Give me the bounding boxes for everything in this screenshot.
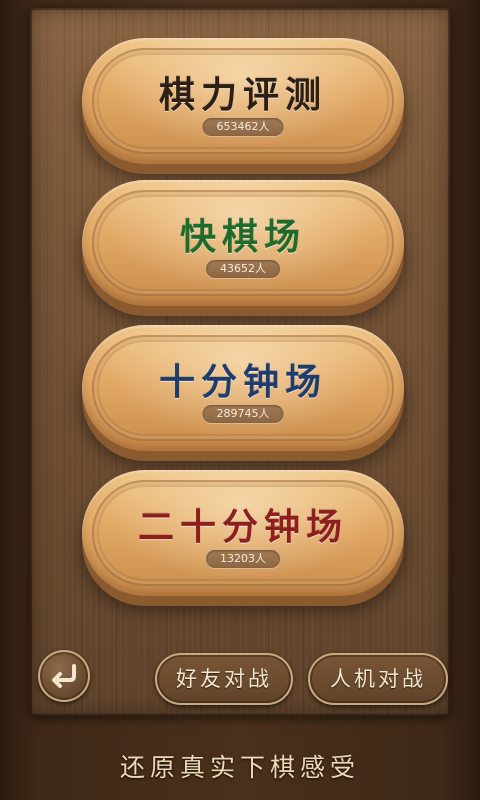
card-title: 棋力评测 bbox=[158, 74, 327, 116]
card-title: 快棋场 bbox=[179, 216, 306, 258]
menu-card-rating[interactable]: 棋力评测 653462人 bbox=[82, 38, 404, 164]
player-count: 289745人 bbox=[202, 405, 284, 423]
card-title: 十分钟场 bbox=[158, 361, 327, 403]
menu-card-ten-minute[interactable]: 十分钟场 289745人 bbox=[82, 325, 404, 451]
ai-battle-button[interactable]: 人机对战 bbox=[308, 653, 448, 705]
player-count: 13203人 bbox=[206, 550, 280, 568]
back-arrow-icon bbox=[52, 664, 76, 688]
game-lobby-screen: 棋力评测 653462人 快棋场 43652人 十分钟场 289745人 二十分… bbox=[0, 0, 480, 800]
friend-battle-button[interactable]: 好友对战 bbox=[155, 653, 293, 705]
menu-card-twenty-minute[interactable]: 二十分钟场 13203人 bbox=[82, 470, 404, 596]
tagline: 还原真实下棋感受 bbox=[119, 753, 360, 782]
player-count: 43652人 bbox=[206, 260, 280, 278]
player-count: 653462人 bbox=[202, 118, 284, 136]
menu-card-quick-game[interactable]: 快棋场 43652人 bbox=[82, 180, 404, 306]
back-button[interactable] bbox=[38, 650, 90, 702]
card-title: 二十分钟场 bbox=[137, 506, 348, 548]
